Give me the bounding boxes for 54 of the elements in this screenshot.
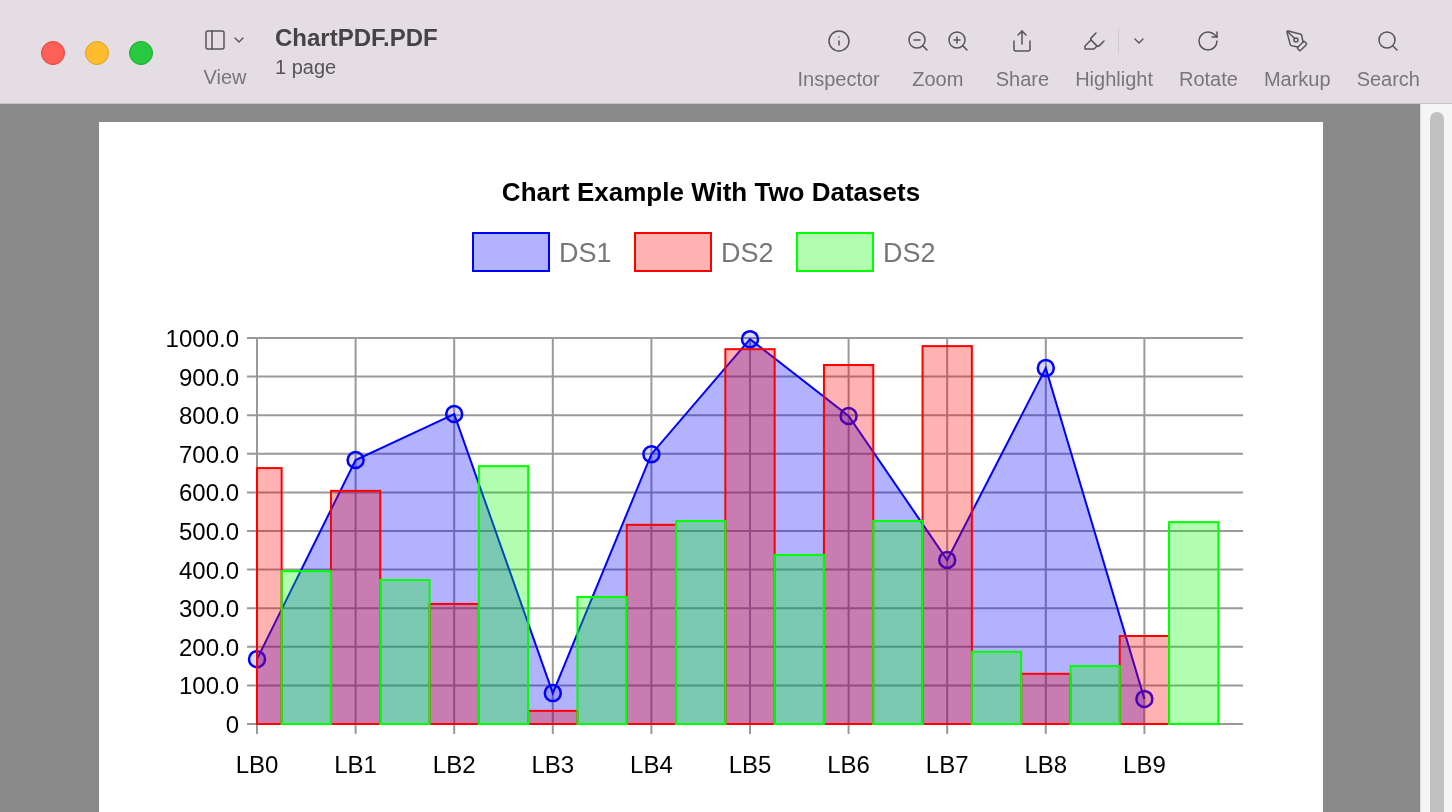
toolbar-label[interactable]: View <box>203 62 247 92</box>
y-tick-label: 0 <box>225 711 239 738</box>
info-icon <box>826 29 851 53</box>
x-tick-label: LB2 <box>432 751 476 778</box>
search-icon <box>1376 29 1401 53</box>
highlighter-icon <box>1081 29 1106 53</box>
toolbar-label[interactable]: Inspector <box>797 64 880 94</box>
y-tick-label: 400.0 <box>178 556 239 584</box>
x-tick-label: LB6 <box>827 751 870 778</box>
toolbar-label[interactable]: Rotate <box>1179 64 1238 94</box>
zoom-out-icon[interactable] <box>905 29 930 53</box>
sidebar-icon <box>203 28 227 52</box>
y-tick-label: 800.0 <box>178 402 239 430</box>
legend-label: DS2 <box>721 238 774 268</box>
chart-title: Chart Example With Two Datasets <box>501 177 921 207</box>
y-tick-label: 1000.0 <box>165 325 239 352</box>
y-tick-label: 300.0 <box>178 595 239 623</box>
window-title: ChartPDF.PDF <box>275 23 438 53</box>
y-tick-label: 900.0 <box>178 363 239 391</box>
zoom-in-icon[interactable] <box>945 29 970 53</box>
legend-label: DS2 <box>883 238 936 268</box>
data-point <box>740 329 760 349</box>
close-icon[interactable] <box>41 41 65 65</box>
toolbar-label[interactable]: Share <box>995 64 1050 94</box>
x-tick-label: LB7 <box>925 751 969 778</box>
page-count: 1 page <box>275 55 338 80</box>
x-tick-label: LB9 <box>1123 751 1166 778</box>
data-point <box>1036 358 1056 378</box>
minimize-icon[interactable] <box>85 41 109 65</box>
data-point <box>444 404 464 424</box>
x-tick-label: LB8 <box>1024 751 1068 778</box>
toolbar-label[interactable]: Zoom <box>912 64 964 94</box>
data-point <box>346 450 365 470</box>
toolbar-label[interactable]: Markup <box>1263 64 1331 94</box>
toolbar-label[interactable]: Highlight <box>1075 64 1153 94</box>
bar <box>1020 672 1072 725</box>
y-tick-label: 200.0 <box>178 633 239 661</box>
data-point <box>642 444 661 464</box>
legend-label: DS1 <box>559 238 612 268</box>
y-tick-label: 600.0 <box>178 479 239 507</box>
data-point <box>543 683 563 703</box>
x-tick-label: LB0 <box>235 751 279 778</box>
pen-icon <box>1285 29 1310 53</box>
y-tick-label: 500.0 <box>178 518 239 545</box>
x-tick-label: LB4 <box>630 751 673 778</box>
y-tick-label: 100.0 <box>178 672 239 700</box>
x-tick-label: LB5 <box>728 751 772 778</box>
scrollbar-thumb[interactable] <box>1429 112 1444 812</box>
y-tick-label: 700.0 <box>178 440 239 468</box>
toolbar-label[interactable]: Search <box>1356 64 1420 94</box>
x-tick-label: LB3 <box>531 751 575 778</box>
rotate-icon <box>1196 29 1221 53</box>
maximize-icon[interactable] <box>129 41 153 65</box>
x-tick-label: LB1 <box>334 751 377 778</box>
